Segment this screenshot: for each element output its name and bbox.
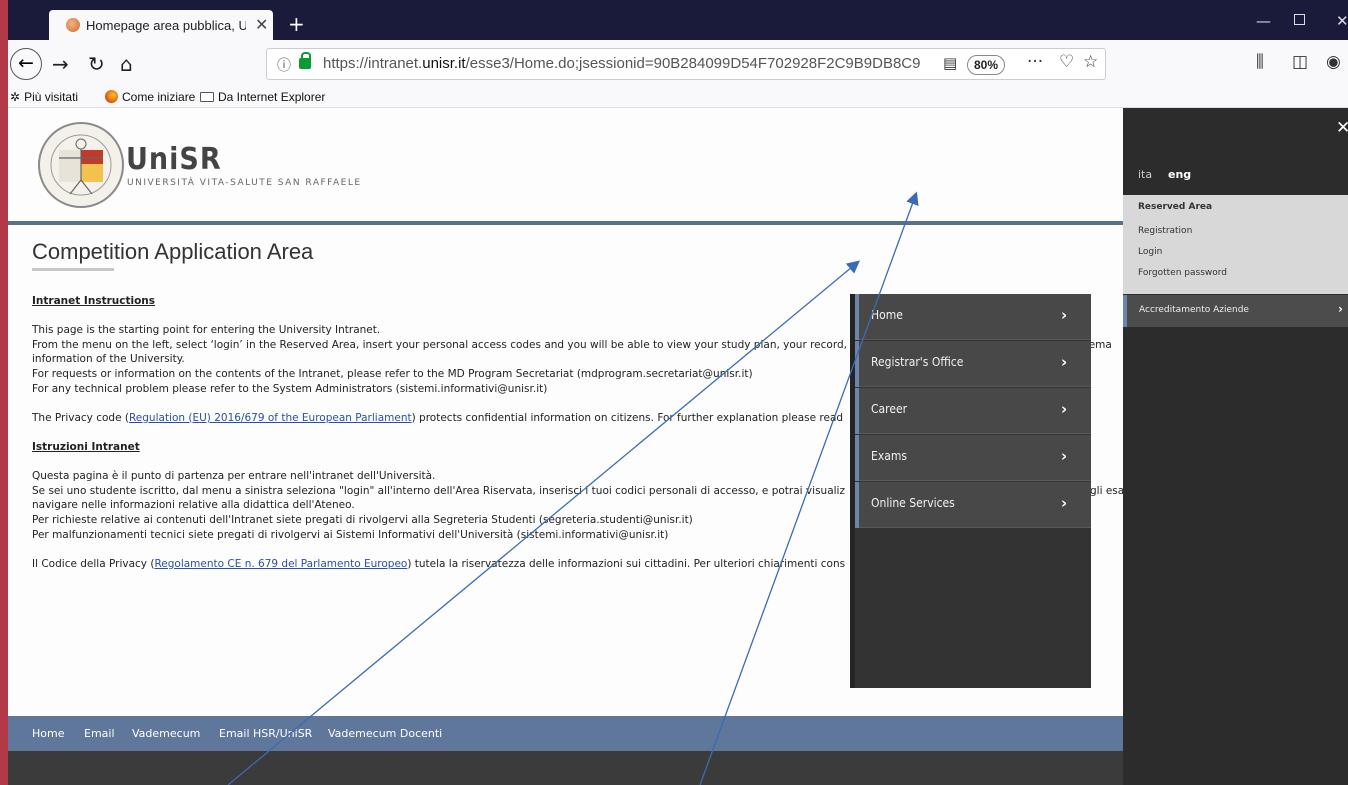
bookmark-ie-folder[interactable]: Da Internet Explorer <box>200 90 325 104</box>
chevron-right-icon: › <box>1061 353 1068 371</box>
menu-item-label: Home <box>871 308 903 322</box>
reserved-area-box: Reserved Area Registration Login Forgott… <box>1123 195 1348 294</box>
url-text[interactable]: https://intranet.unisr.it/esse3/Home.do;… <box>323 55 929 72</box>
title-underline <box>32 268 114 271</box>
menu-item-label: Career <box>871 402 908 416</box>
menu-item-label: Online Services <box>871 496 955 510</box>
lang-eng-link[interactable]: eng <box>1168 168 1191 181</box>
close-menu-icon[interactable]: ✕ <box>1336 118 1348 138</box>
footer-bar: Home Email Vademecum Email HSR/UniSR Vad… <box>8 716 1123 751</box>
footer-link-vademecum[interactable]: Vademecum <box>132 727 200 740</box>
firefox-icon <box>105 90 118 103</box>
new-tab-button[interactable]: + <box>288 12 305 36</box>
menu-accent <box>855 482 859 528</box>
close-tab-icon[interactable]: ✕ <box>255 15 268 35</box>
info-icon[interactable]: ⓘ <box>277 55 291 75</box>
menu-item-label: Registrar's Office <box>871 355 964 369</box>
forgotten-password-link[interactable]: Forgotten password <box>1138 268 1227 278</box>
browser-tab[interactable]: Homepage area pubblica, Univ ✕ <box>49 10 273 42</box>
nav-item-accreditamento[interactable]: Accreditamento Aziende › <box>1123 295 1348 327</box>
menu-accent <box>855 341 859 387</box>
side-menu-panel: ✕ ita eng Reserved Area Registration Log… <box>1123 108 1348 785</box>
registration-link[interactable]: Registration <box>1138 226 1192 236</box>
url-bar[interactable]: ⓘ https://intranet.unisr.it/esse3/Home.d… <box>266 48 1106 80</box>
pocket-icon[interactable]: ♡ <box>1059 52 1074 72</box>
chevron-right-icon: › <box>1061 306 1068 324</box>
forward-icon[interactable]: → <box>52 52 69 76</box>
page-actions-icon[interactable]: ··· <box>1027 52 1043 72</box>
favicon-icon <box>66 18 80 32</box>
chevron-right-icon: › <box>1061 400 1068 418</box>
menu-item-label: Exams <box>871 449 907 463</box>
page-title: Competition Application Area <box>32 239 314 264</box>
bookmarks-bar: ✲ Più visitati Come iniziare Da Internet … <box>0 88 1348 108</box>
account-icon[interactable]: ◉ <box>1326 52 1341 72</box>
regolamento-link[interactable]: Regolamento CE n. 679 del Parlamento Eur… <box>154 558 407 570</box>
reserved-area-heading: Reserved Area <box>1138 202 1213 212</box>
reader-view-icon[interactable]: ▤ <box>943 54 957 72</box>
footer-link-email[interactable]: Email <box>84 727 115 740</box>
menu-item-online-services[interactable]: Online Services › <box>855 482 1091 528</box>
footer-link-home[interactable]: Home <box>32 727 64 740</box>
menu-item-exams[interactable]: Exams › <box>855 435 1091 481</box>
menu-accent <box>855 435 859 481</box>
maximize-icon[interactable] <box>1294 14 1305 25</box>
minimize-icon[interactable]: — <box>1256 12 1271 30</box>
browser-toolbar: ← → ↻ ⌂ ⓘ https://intranet.unisr.it/esse… <box>0 40 1348 88</box>
menu-item-home[interactable]: Home › <box>855 294 1091 340</box>
brand-name: UniSR <box>126 142 222 177</box>
home-icon[interactable]: ⌂ <box>120 52 133 76</box>
menu-accent <box>855 388 859 434</box>
lock-icon <box>299 52 311 69</box>
back-icon[interactable]: ← <box>10 48 42 80</box>
lang-ita-link[interactable]: ita <box>1138 168 1152 181</box>
university-seal-logo[interactable] <box>34 120 128 210</box>
chevron-right-icon: › <box>1061 494 1068 512</box>
brand-subtitle: UNIVERSITÀ VITA-SALUTE SAN RAFFAELE <box>127 178 362 188</box>
menu-item-registrars-office[interactable]: Registrar's Office › <box>855 341 1091 387</box>
footer-link-vademecum-docenti[interactable]: Vademecum Docenti <box>328 727 442 740</box>
tab-title: Homepage area pubblica, Univ <box>86 18 246 33</box>
login-link[interactable]: Login <box>1138 247 1162 257</box>
nav-item-label: Accreditamento Aziende <box>1139 305 1249 315</box>
gear-icon: ✲ <box>10 90 21 104</box>
menu-accent <box>855 294 859 340</box>
bookmark-getting-started[interactable]: Come iniziare <box>105 90 195 104</box>
sidebar-icon[interactable]: ◫ <box>1292 52 1308 72</box>
browser-tab-strip: Homepage area pubblica, Univ ✕ + — ✕ <box>0 0 1348 42</box>
zoom-level[interactable]: 80% <box>967 55 1005 75</box>
window-close-icon[interactable]: ✕ <box>1336 12 1348 30</box>
folder-icon <box>200 92 214 102</box>
library-icon[interactable]: ⫼ <box>1256 52 1264 72</box>
footer-link-email-hsr[interactable]: Email HSR/UniSR <box>219 727 312 740</box>
bookmark-most-visited[interactable]: ✲ Più visitati <box>10 90 78 104</box>
popup-menu: Home › Registrar's Office › Career › Exa… <box>850 294 1091 688</box>
reload-icon[interactable]: ↻ <box>88 52 105 76</box>
window-frame-border <box>0 0 8 785</box>
menu-item-career[interactable]: Career › <box>855 388 1091 434</box>
regulation-link[interactable]: Regulation (EU) 2016/679 of the European… <box>129 412 412 424</box>
header-divider <box>8 221 1123 225</box>
bookmark-star-icon[interactable]: ☆ <box>1083 52 1098 72</box>
chevron-right-icon: › <box>1338 302 1343 316</box>
chevron-right-icon: › <box>1061 447 1068 465</box>
footer-bottom <box>8 751 1123 785</box>
